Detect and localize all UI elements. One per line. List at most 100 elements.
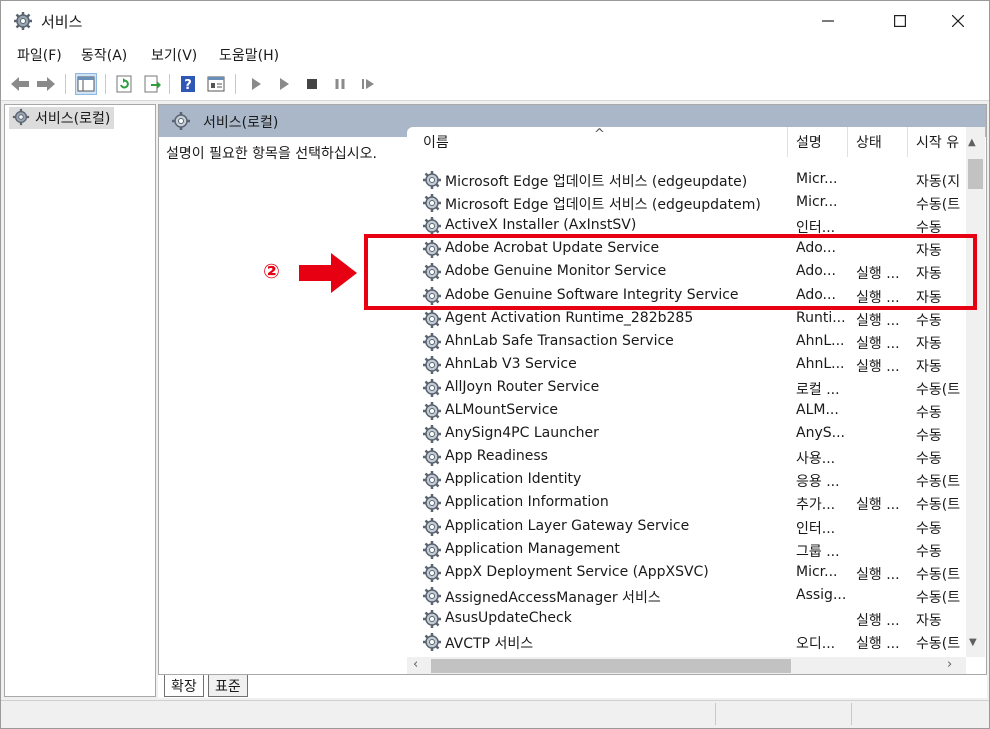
title-bar[interactable]: 서비스 <box>1 1 989 41</box>
service-startup-type: 수동(트 <box>916 474 961 491</box>
properties-button[interactable] <box>205 73 227 95</box>
close-button[interactable] <box>935 1 981 41</box>
service-description: 인터... <box>796 520 836 537</box>
service-description: AnyS... <box>796 425 845 442</box>
gear-icon <box>423 355 441 374</box>
service-row[interactable]: Application Identity 응용 ... 수동(트 <box>407 469 967 492</box>
toolbar-separator <box>169 74 170 94</box>
scroll-up-icon[interactable]: ▲ <box>968 137 976 148</box>
menu-action[interactable]: 동작(A) <box>81 45 127 65</box>
gear-icon <box>423 378 441 397</box>
menu-view[interactable]: 보기(V) <box>151 45 197 65</box>
menu-help[interactable]: 도움말(H) <box>219 45 279 65</box>
tab-standard[interactable]: 표준 <box>208 675 248 697</box>
column-header-description[interactable]: 설명 <box>788 127 848 157</box>
services-list: ^ 이름 설명 상태 시작 유 Microsoft Edge 업데이트 서비스 … <box>407 127 985 675</box>
service-row[interactable]: Application Management 그룹 ... 수동 <box>407 539 967 562</box>
service-status: 실행 ... <box>856 335 900 352</box>
scroll-right-icon[interactable]: › <box>947 657 952 672</box>
stop-service-button[interactable] <box>301 73 323 95</box>
toolbar-separator <box>105 74 106 94</box>
service-row[interactable]: Application Information 추가... 실행 ... 수동(트 <box>407 492 967 515</box>
tab-label: 표준 <box>215 678 241 695</box>
service-name: AssignedAccessManager 서비스 <box>445 589 661 606</box>
scroll-left-icon[interactable]: ‹ <box>413 657 418 672</box>
service-row[interactable]: Microsoft Edge 업데이트 서비스 (edgeupdate) Micr… <box>407 169 967 192</box>
service-row[interactable]: AVCTP 서비스 오디... 실행 ... 수동(트 <box>407 631 967 654</box>
column-header-label: 시작 유 <box>916 135 960 151</box>
show-hide-console-tree-button[interactable] <box>75 73 97 95</box>
start-service-alt-button[interactable] <box>273 73 295 95</box>
forward-button[interactable] <box>35 73 57 95</box>
view-tabs: 확장 표준 <box>158 674 987 698</box>
arrow-right-icon <box>37 77 55 91</box>
pane-title: 서비스(로컬) <box>203 115 279 131</box>
minimize-icon <box>822 20 834 22</box>
export-icon <box>144 75 161 93</box>
service-description: Micr... <box>796 171 838 187</box>
column-header-label: 설명 <box>796 135 822 151</box>
maximize-icon <box>894 15 906 27</box>
scroll-down-icon[interactable]: ▼ <box>969 637 977 648</box>
maximize-button[interactable] <box>877 1 923 41</box>
gear-icon <box>423 171 441 189</box>
service-name: ActiveX Installer (AxInstSV) <box>445 217 637 234</box>
service-row[interactable]: AppX Deployment Service (AppXSVC) Micr...… <box>407 562 967 585</box>
restart-icon <box>362 79 374 89</box>
column-header-startup-type[interactable]: 시작 유 <box>908 127 966 157</box>
toolbar-separator <box>65 74 66 94</box>
service-row[interactable]: ALMountService ALM... 수동 <box>407 400 967 423</box>
horizontal-scroll-thumb[interactable] <box>431 659 791 673</box>
gear-icon <box>423 633 441 651</box>
start-service-button[interactable] <box>245 73 267 95</box>
service-name: AVCTP 서비스 <box>445 636 534 652</box>
service-status: 실행 ... <box>856 358 900 375</box>
console-tree: 서비스(로컬) <box>4 104 156 697</box>
service-description: Assig... <box>796 586 847 603</box>
service-row[interactable]: AhnLab Safe Transaction Service AhnL... 실행… <box>407 331 967 354</box>
service-row[interactable]: AssignedAccessManager 서비스 Assig... 수동(트 <box>407 585 967 608</box>
service-name: Microsoft Edge 업데이트 서비스 (edgeupdate) <box>445 174 748 190</box>
export-list-button[interactable] <box>141 73 163 95</box>
service-description: AhnL... <box>796 355 845 372</box>
service-startup-type: 수동 <box>916 543 942 560</box>
service-startup-type: 수동(트 <box>916 197 961 214</box>
service-description: 로컬 ... <box>796 381 840 398</box>
gear-icon <box>172 112 190 130</box>
service-startup-type: 자동(지 <box>916 174 961 190</box>
horizontal-scrollbar[interactable]: ‹ › <box>407 657 966 675</box>
tree-item-services-local[interactable]: 서비스(로컬) <box>9 107 115 129</box>
service-row[interactable]: App Readiness 사용... 수동 <box>407 446 967 469</box>
service-description: ALM... <box>796 402 839 418</box>
service-row[interactable]: AhnLab V3 Service AhnL... 실행 ... 자동 <box>407 354 967 377</box>
pause-service-button[interactable] <box>329 73 351 95</box>
tab-extended[interactable]: 확장 <box>164 675 204 697</box>
restart-service-button[interactable] <box>357 73 379 95</box>
service-description: 오디... <box>796 636 836 652</box>
service-description: Runti... <box>796 309 846 326</box>
tree-item-label: 서비스(로컬) <box>35 111 111 127</box>
service-startup-type: 수동 <box>916 520 942 537</box>
service-row[interactable]: AnySign4PC Launcher AnyS... 수동 <box>407 423 967 446</box>
service-name: Microsoft Edge 업데이트 서비스 (edgeupdatem) <box>445 197 761 214</box>
service-startup-type: 수동(트 <box>916 636 961 652</box>
minimize-button[interactable] <box>805 1 851 41</box>
back-button[interactable] <box>9 73 31 95</box>
service-row[interactable]: AsusUpdateCheck 실행 ... 자동 <box>407 608 967 631</box>
column-header-status[interactable]: 상태 <box>848 127 908 157</box>
vertical-scrollbar[interactable]: ▲ ▼ <box>966 127 985 657</box>
gear-icon <box>423 332 441 351</box>
column-header-name[interactable]: 이름 <box>415 127 788 157</box>
vertical-scroll-thumb[interactable] <box>968 159 983 189</box>
service-row[interactable]: Application Layer Gateway Service 인터... 수동 <box>407 516 967 539</box>
help-button[interactable]: ? <box>177 73 199 95</box>
menu-file[interactable]: 파일(F) <box>17 45 62 65</box>
service-row[interactable]: Microsoft Edge 업데이트 서비스 (edgeupdatem) Mic… <box>407 192 967 215</box>
service-name: AhnLab V3 Service <box>445 355 577 372</box>
service-row[interactable]: Agent Activation Runtime_282b285 Runti...… <box>407 308 967 331</box>
refresh-button[interactable] <box>113 73 135 95</box>
service-status: 실행 ... <box>856 497 900 514</box>
play-icon <box>252 78 261 90</box>
service-row[interactable]: AllJoyn Router Service 로컬 ... 수동(트 <box>407 377 967 400</box>
gear-icon <box>423 194 441 213</box>
